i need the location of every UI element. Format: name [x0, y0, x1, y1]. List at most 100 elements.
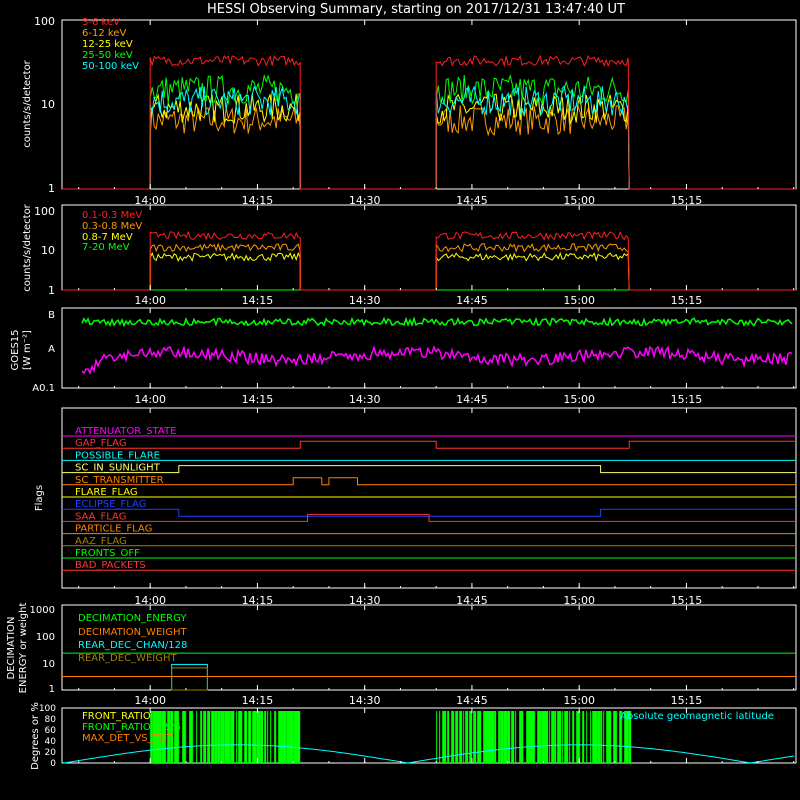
front-ratio-bar	[613, 711, 617, 763]
front-ratio-bar	[444, 711, 447, 763]
front-ratio-bar	[590, 711, 592, 763]
y-tick-label: 10	[42, 659, 55, 670]
x-tick-label: 14:30	[349, 294, 381, 307]
front-ratio-bar	[534, 711, 536, 763]
front-ratio-bar	[582, 711, 585, 763]
front-ratio-bar	[258, 711, 261, 763]
flag-line	[62, 477, 796, 486]
front-ratio-bar	[260, 711, 264, 763]
front-ratio-bar	[178, 711, 180, 763]
x-tick-label: 15:15	[671, 393, 703, 406]
front-ratio-bar	[282, 711, 287, 763]
front-ratio-bar	[469, 711, 473, 763]
front-ratio-bar	[500, 711, 504, 763]
flag-label: ECLIPSE_FLAG	[75, 499, 146, 510]
y-axis-label: GOES15	[10, 329, 21, 370]
front-ratio-bar	[603, 711, 605, 763]
annotation-geomag-latitude: Absolute geomagnetic latitude	[620, 711, 774, 722]
panel-flags: Flags ATTENUATOR_STATEGAP_FLAGPOSSIBLE_F…	[34, 407, 797, 589]
front-ratio-bar	[447, 711, 450, 763]
front-ratio-bar	[248, 711, 252, 763]
front-ratio-bar	[270, 711, 272, 763]
panel-decimation: DECIMATION ENERGY or weight 1 10 100 100…	[6, 603, 797, 695]
y-tick-label: 1	[48, 284, 55, 297]
legend-entry: 3-6 keV	[82, 17, 120, 28]
legend-entry: 0.1-0.3 MeV	[82, 210, 142, 221]
front-ratio-bar	[559, 711, 562, 763]
front-ratio-bar	[579, 711, 581, 763]
series-line-3-6-kev	[62, 54, 796, 190]
panel-ratios: Degrees or % 020406080100 FRONT_RATIO FR…	[30, 702, 797, 770]
x-tick-label: 14:15	[242, 294, 274, 307]
legend-entry: MAX_DET_VS_TOT	[82, 733, 174, 744]
front-ratio-bar	[203, 711, 207, 763]
x-tick-label: 14:00	[134, 294, 166, 307]
plot-title: HESSI Observing Summary, starting on 201…	[207, 2, 625, 17]
legend-entry: 50-100 keV	[82, 61, 139, 72]
series-line-25-50-kev	[62, 73, 796, 190]
front-ratio-bar	[185, 711, 187, 763]
front-ratio-bar	[566, 711, 569, 763]
front-ratio-bar	[244, 711, 248, 763]
y-tick-label: 1	[48, 182, 55, 195]
y-tick-label: 100	[34, 15, 55, 28]
y-tick-label: A0.1	[32, 383, 55, 394]
front-ratio-bar	[576, 711, 580, 763]
front-ratio-bar	[503, 711, 508, 763]
front-ratio-bar	[226, 711, 231, 763]
panel-hxr-rates: counts/s/detector 1 10 100 3-6 keV 6-12 …	[22, 15, 797, 195]
series-line-6-12-kev	[62, 104, 796, 190]
x-tick-label: 14:00	[134, 393, 166, 406]
y-axis-label: counts/s/detector	[22, 59, 33, 147]
front-ratio-bar	[264, 711, 267, 763]
front-ratio-bar	[252, 711, 257, 763]
front-ratio-bar	[597, 711, 601, 763]
front-ratio-bar	[554, 711, 557, 763]
x-tick-label: 15:00	[563, 393, 595, 406]
hessi-summary-plot: HESSI Observing Summary, starting on 201…	[6, 2, 797, 770]
front-ratio-bar	[182, 711, 186, 763]
front-ratio-bar	[217, 711, 221, 763]
flag-label: SC_TRANSMITTER	[75, 475, 164, 486]
y-tick-label: 10	[41, 244, 55, 257]
front-ratio-bar	[551, 711, 555, 763]
front-ratio-bar	[479, 711, 482, 763]
series-line-50-100-kev	[62, 85, 796, 190]
front-ratio-bar	[562, 711, 564, 763]
front-ratio-bar	[267, 711, 269, 763]
front-ratio-bar	[459, 711, 463, 763]
y-tick-label: 100	[39, 704, 56, 714]
front-ratio-bar	[174, 711, 179, 763]
x-tick-label: 14:30	[349, 694, 381, 707]
y-tick-label: 40	[45, 737, 57, 747]
flag-label: FRONTS_OFF	[75, 548, 140, 559]
x-tick-label: 15:00	[563, 694, 595, 707]
flag-label: SAA_FLAG	[75, 511, 126, 522]
front-ratio-bar	[507, 711, 511, 763]
front-ratio-bar	[494, 711, 497, 763]
flag-line	[62, 513, 796, 522]
x-tick-label: 14:30	[349, 393, 381, 406]
y-tick-label: 80	[45, 715, 57, 725]
front-ratio-bar	[572, 711, 575, 763]
front-ratio-bar	[274, 711, 277, 763]
front-ratio-bar	[436, 711, 438, 763]
y-axis-label: DECIMATION	[6, 616, 17, 679]
legend-entry: FRONT_RATIO	[82, 711, 151, 722]
x-tick-label: 15:15	[671, 694, 703, 707]
front-ratio-bar	[233, 711, 235, 763]
legend-entry: 7-20 MeV	[82, 242, 130, 253]
x-tick-label: 15:00	[563, 294, 595, 307]
y-tick-label: 1000	[30, 605, 55, 616]
x-tick-label: 15:15	[671, 294, 703, 307]
flag-label: PARTICLE_FLAG	[75, 524, 152, 535]
front-ratio-bar	[490, 711, 495, 763]
y-tick-label: 100	[34, 205, 55, 218]
series-line-12-25-kev	[62, 92, 796, 190]
x-tick-label: 14:15	[242, 393, 274, 406]
front-ratio-bar	[196, 711, 198, 763]
legend-entry: DECIMATION_ENERGY	[78, 613, 187, 624]
x-tick-label: 14:15	[242, 694, 274, 707]
flag-line	[62, 440, 796, 449]
front-ratio-bar	[549, 711, 551, 763]
